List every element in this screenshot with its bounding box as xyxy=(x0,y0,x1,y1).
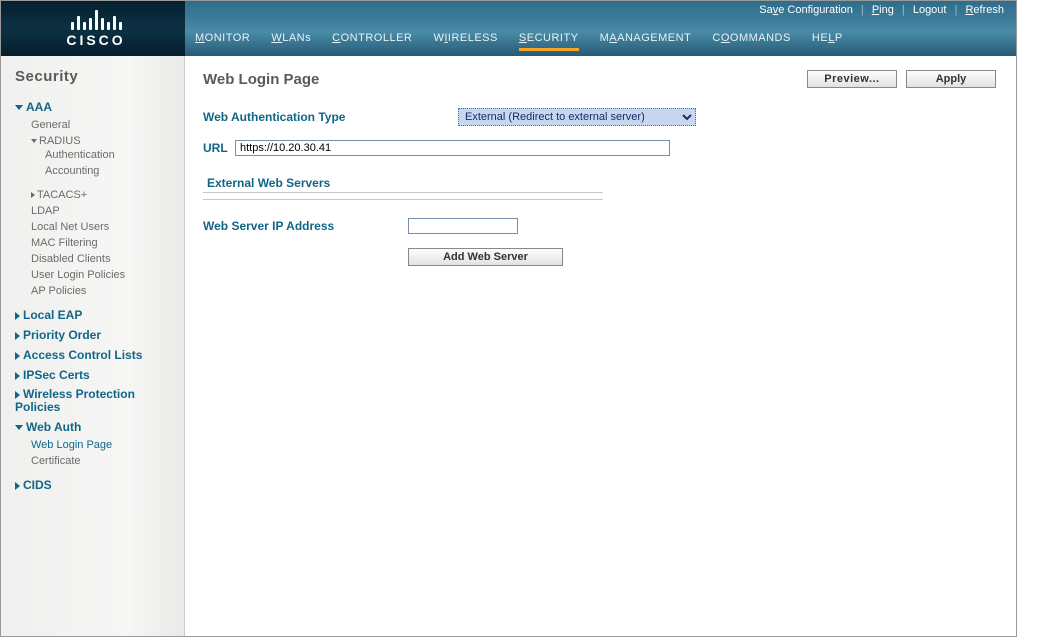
chevron-right-icon xyxy=(31,192,35,198)
rule-1 xyxy=(203,192,603,193)
nav-controller[interactable]: CONTROLLER xyxy=(332,32,412,48)
tree-radius-auth[interactable]: Authentication xyxy=(45,147,174,163)
tree-user-login-policies[interactable]: User Login Policies xyxy=(31,267,174,283)
tree-local-net-users[interactable]: Local Net Users xyxy=(31,219,174,235)
refresh-link[interactable]: Refresh xyxy=(965,4,1004,16)
ping-link[interactable]: Ping xyxy=(872,4,894,16)
nav-monitor[interactable]: MONITOR xyxy=(195,32,250,48)
auth-type-select[interactable]: External (Redirect to external server) xyxy=(458,108,696,126)
apply-button[interactable]: Apply xyxy=(906,70,996,88)
chevron-down-icon xyxy=(15,105,23,110)
tree-radius[interactable]: RADIUS Authentication Accounting xyxy=(31,133,174,187)
tree-cids[interactable]: CIDS xyxy=(15,475,174,495)
nav-management[interactable]: MAANAGEMENT xyxy=(600,32,692,48)
tree-wireless-protection[interactable]: Wireless Protection Policies xyxy=(15,385,174,417)
tree-web-login-page[interactable]: Web Login Page xyxy=(31,437,174,453)
cisco-logo: CISCO xyxy=(56,6,136,48)
logo-panel: CISCO xyxy=(1,1,185,56)
main-nav: MONITOR WLANs CONTROLLER WIIRELESS SECUR… xyxy=(195,32,1008,50)
nav-help[interactable]: HELP xyxy=(812,32,843,48)
brand-name: CISCO xyxy=(56,32,136,48)
tree-ap-policies[interactable]: AP Policies xyxy=(31,283,174,299)
nav-tree: AAA General RADIUS Authentication Accoun… xyxy=(15,97,174,495)
top-utility-links: Save Configuration | Ping | Logout | Ref… xyxy=(757,4,1006,16)
ip-input[interactable] xyxy=(408,218,518,234)
tree-disabled-clients[interactable]: Disabled Clients xyxy=(31,251,174,267)
sidebar: Security AAA General RADIUS Authenticati… xyxy=(1,56,185,636)
tree-certificate[interactable]: Certificate xyxy=(31,453,174,469)
chevron-right-icon xyxy=(15,352,20,360)
chevron-right-icon xyxy=(15,372,20,380)
tree-ldap[interactable]: LDAP xyxy=(31,203,174,219)
preview-button[interactable]: Preview... xyxy=(807,70,897,88)
nav-wlans[interactable]: WLANs xyxy=(271,32,311,48)
nav-commands[interactable]: COOMMANDS xyxy=(712,32,790,48)
chevron-right-icon xyxy=(15,482,20,490)
ip-label: Web Server IP Address xyxy=(203,219,408,233)
external-servers-title: External Web Servers xyxy=(207,176,996,190)
page-action-buttons: Preview... Apply xyxy=(801,70,996,88)
tree-tacacs[interactable]: TACACS+ xyxy=(31,187,174,203)
tree-general[interactable]: General xyxy=(31,117,174,133)
chevron-down-icon xyxy=(31,139,37,143)
tree-acl[interactable]: Access Control Lists xyxy=(15,345,174,365)
chevron-right-icon xyxy=(15,312,20,320)
chevron-right-icon xyxy=(15,391,20,399)
tree-mac-filtering[interactable]: MAC Filtering xyxy=(31,235,174,251)
cisco-logo-bars-icon xyxy=(56,6,136,30)
page-title: Web Login Page xyxy=(203,71,319,88)
nav-security[interactable]: SECURITY xyxy=(519,32,579,51)
tree-radius-acct[interactable]: Accounting xyxy=(45,163,174,179)
url-label: URL xyxy=(203,141,235,155)
sidebar-title: Security xyxy=(15,68,174,85)
logout-link[interactable]: Logout xyxy=(913,4,947,16)
content-area: Web Login Page Preview... Apply Web Auth… xyxy=(185,56,1016,636)
chevron-right-icon xyxy=(15,332,20,340)
tree-aaa[interactable]: AAA xyxy=(15,97,174,117)
tree-priority-order[interactable]: Priority Order xyxy=(15,325,174,345)
auth-type-label: Web Authentication Type xyxy=(203,110,458,124)
tree-local-eap[interactable]: Local EAP xyxy=(15,305,174,325)
chevron-down-icon xyxy=(15,425,23,430)
header-bar: CISCO Save Configuration | Ping | Logout… xyxy=(1,1,1016,56)
tree-web-auth[interactable]: Web Auth xyxy=(15,417,174,437)
rule-2 xyxy=(203,199,603,200)
nav-wireless[interactable]: WIIRELESS xyxy=(433,32,497,48)
url-input[interactable] xyxy=(235,140,670,156)
add-web-server-button[interactable]: Add Web Server xyxy=(408,248,563,266)
tree-ipsec-certs[interactable]: IPSec Certs xyxy=(15,365,174,385)
save-config-link[interactable]: Save Configuration xyxy=(759,4,853,16)
